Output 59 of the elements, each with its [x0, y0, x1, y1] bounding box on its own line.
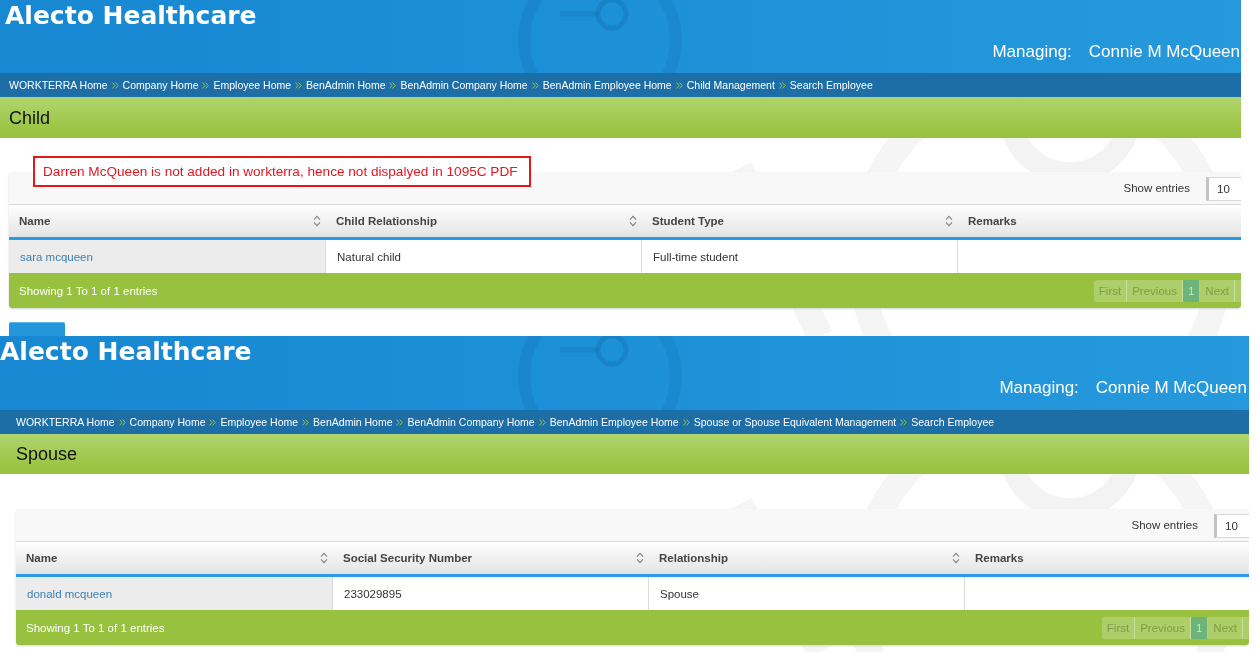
breadcrumb-current: Search Employee [789, 78, 873, 92]
sort-icon [636, 552, 644, 564]
column-header[interactable]: Name [9, 205, 326, 240]
double-chevron-icon [538, 419, 546, 426]
section-title: Child [9, 106, 51, 129]
column-header[interactable]: Name [16, 542, 333, 577]
double-chevron-icon [111, 82, 119, 89]
column-header: Remarks [958, 205, 1241, 240]
column-header[interactable]: Child Relationship [326, 205, 642, 240]
double-chevron-icon [682, 419, 690, 426]
double-chevron-icon [209, 419, 217, 426]
managing-label: Managing: [992, 41, 1072, 63]
entries-info: Showing 1 To 1 of 1 entries [19, 283, 158, 298]
show-entries-label: Show entries [1123, 181, 1190, 195]
breadcrumb-link[interactable]: BenAdmin Company Home [400, 78, 528, 92]
double-chevron-icon [675, 82, 683, 89]
breadcrumb-link[interactable]: Child Management [686, 78, 775, 92]
breadcrumb-link[interactable]: Spouse or Spouse Equivalent Management [693, 415, 897, 429]
managing-name: Connie M McQueen [1088, 41, 1240, 63]
name-link[interactable]: sara mcqueen [20, 249, 93, 264]
annotation-note: Darren McQueen is not added in workterra, hence not dispalyed in 1095C PDF [33, 156, 531, 187]
column-header[interactable]: Student Type [642, 205, 958, 240]
column-header: Remarks [965, 542, 1249, 577]
breadcrumb-link[interactable]: WORKTERRA Home [9, 78, 108, 92]
breadcrumb-link[interactable]: Employee Home [213, 78, 292, 92]
sort-icon [320, 552, 328, 564]
entries-info: Showing 1 To 1 of 1 entries [26, 620, 165, 635]
entries-select[interactable]: 10 [1206, 177, 1241, 201]
breadcrumb-current: Search Employee [911, 415, 995, 429]
sort-icon [952, 552, 960, 564]
double-chevron-icon [202, 82, 210, 89]
name-link[interactable]: donald mcqueen [27, 586, 113, 601]
sort-icon [313, 215, 321, 227]
double-chevron-icon [118, 419, 126, 426]
breadcrumb-link[interactable]: Company Home [122, 78, 199, 92]
breadcrumb-link[interactable]: BenAdmin Home [306, 78, 386, 92]
breadcrumb-link[interactable]: Company Home [129, 415, 206, 429]
company-title: Alecto Healthcare [0, 337, 252, 367]
double-chevron-icon [302, 419, 310, 426]
breadcrumb-link[interactable]: BenAdmin Employee Home [549, 415, 679, 429]
breadcrumb-link[interactable]: Employee Home [220, 415, 299, 429]
breadcrumb-link[interactable]: BenAdmin Employee Home [542, 78, 672, 92]
double-chevron-icon [531, 82, 539, 89]
entries-select[interactable]: 10 [1214, 514, 1249, 538]
double-chevron-icon [396, 419, 404, 426]
breadcrumb-link[interactable]: BenAdmin Home [313, 415, 393, 429]
sort-icon [629, 215, 637, 227]
company-title: Alecto Healthcare [5, 1, 257, 31]
breadcrumb-link[interactable]: BenAdmin Company Home [407, 415, 535, 429]
managing-label: Managing: [999, 377, 1079, 399]
double-chevron-icon [295, 82, 303, 89]
double-chevron-icon [778, 82, 786, 89]
managing-name: Connie M McQueen [1095, 377, 1247, 399]
section-title: Spouse [16, 443, 78, 465]
show-entries-label: Show entries [1131, 518, 1198, 532]
breadcrumb-link[interactable]: WORKTERRA Home [16, 415, 115, 429]
double-chevron-icon [900, 419, 908, 426]
double-chevron-icon [389, 82, 397, 89]
sort-icon [945, 215, 953, 227]
